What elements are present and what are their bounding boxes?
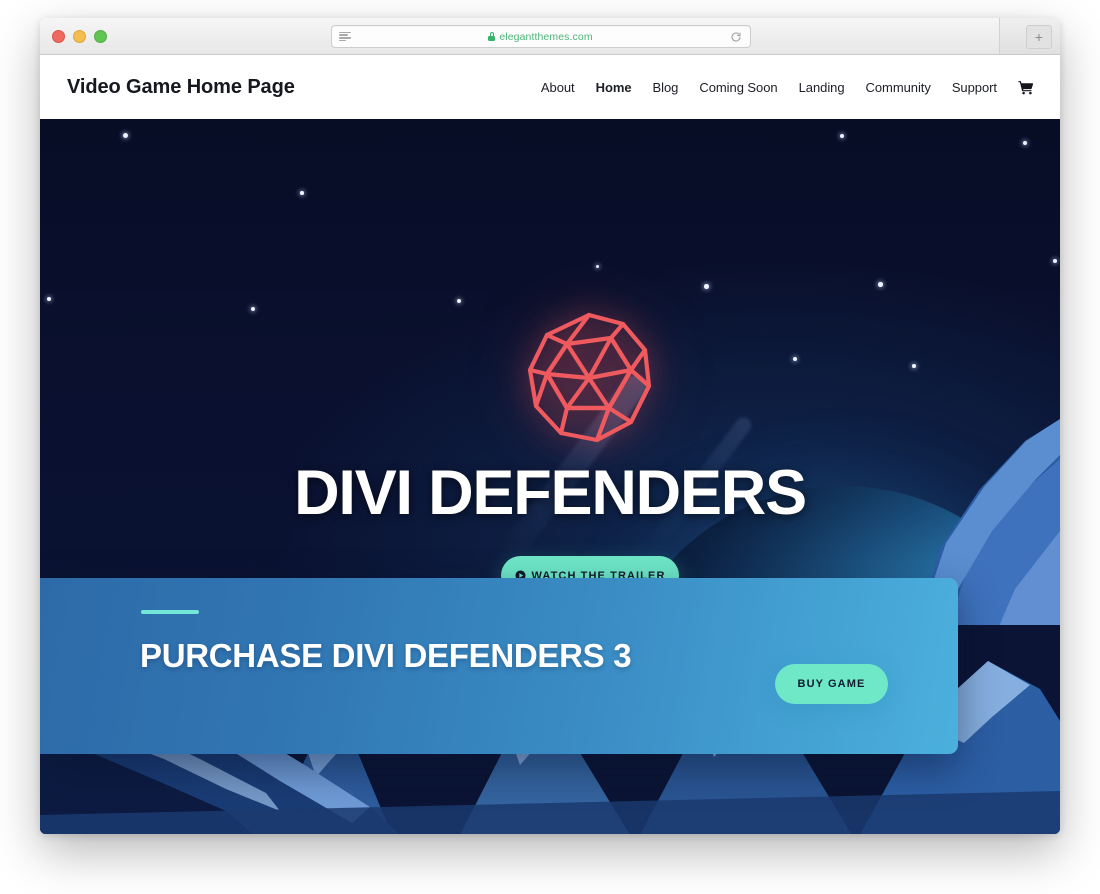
shopping-cart-icon[interactable] <box>1018 80 1034 95</box>
nav-item-blog[interactable]: Blog <box>653 80 679 95</box>
site-logo[interactable]: Video Game Home Page <box>67 76 295 99</box>
browser-chrome-bar: elegantthemes.com + <box>40 18 1060 55</box>
star <box>793 357 797 361</box>
star <box>1023 141 1027 145</box>
star <box>300 191 304 195</box>
star <box>123 133 128 138</box>
accent-rule <box>141 610 199 614</box>
purchase-card: PURCHASE DIVI DEFENDERS 3 BUY GAME <box>40 578 958 754</box>
window-traffic-lights <box>52 30 107 43</box>
nav-item-community[interactable]: Community <box>866 80 931 95</box>
tab-strip-right: + <box>999 18 1060 54</box>
buy-game-label: BUY GAME <box>797 678 866 690</box>
url-text: elegantthemes.com <box>499 30 593 43</box>
star <box>457 299 461 303</box>
main-navigation: About Home Blog Coming Soon Landing Comm… <box>541 80 1034 95</box>
nav-item-support[interactable]: Support <box>952 80 997 95</box>
star <box>704 284 709 289</box>
site-header: Video Game Home Page About Home Blog Com… <box>40 55 1060 119</box>
nav-item-coming-soon[interactable]: Coming Soon <box>699 80 777 95</box>
nav-item-about[interactable]: About <box>541 80 575 95</box>
star <box>47 297 51 301</box>
polyhedron-wireframe-icon <box>527 312 652 443</box>
address-bar[interactable]: elegantthemes.com <box>331 25 751 48</box>
star <box>878 282 883 287</box>
buy-game-button[interactable]: BUY GAME <box>775 664 888 704</box>
new-tab-button[interactable]: + <box>1026 25 1052 49</box>
reload-icon[interactable] <box>730 31 742 43</box>
nav-item-home[interactable]: Home <box>596 80 632 95</box>
star <box>912 364 916 368</box>
star <box>251 307 255 311</box>
lock-icon <box>488 32 496 41</box>
nav-item-landing[interactable]: Landing <box>799 80 845 95</box>
hero-section: DIVI DEFENDERS WATCH THE TRAILER PURCHAS… <box>40 119 1060 834</box>
address-bar-content: elegantthemes.com <box>351 31 730 43</box>
reader-view-icon[interactable] <box>339 31 351 42</box>
star <box>1053 259 1057 263</box>
browser-window: elegantthemes.com + Video Game Home Page… <box>40 18 1060 834</box>
close-window-button[interactable] <box>52 30 65 43</box>
star <box>596 265 599 268</box>
screenshot-root: elegantthemes.com + Video Game Home Page… <box>0 0 1100 894</box>
purchase-title: PURCHASE DIVI DEFENDERS 3 <box>140 637 632 674</box>
maximize-window-button[interactable] <box>94 30 107 43</box>
star <box>840 134 844 138</box>
minimize-window-button[interactable] <box>73 30 86 43</box>
hero-title: DIVI DEFENDERS <box>294 458 807 528</box>
